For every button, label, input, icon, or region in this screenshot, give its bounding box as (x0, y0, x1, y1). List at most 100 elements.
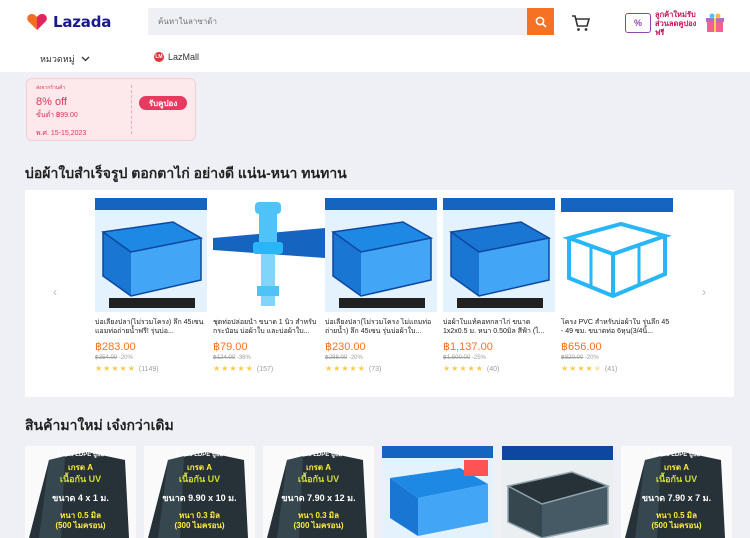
tile-micron-label: (500 ไมครอน) (651, 521, 702, 530)
discount-percent: -20% (347, 355, 363, 361)
product-image[interactable]: ผ้ายาง LDPE ปูบ่อ เกรด A เนื้อกัน UV ขนาด 7… (263, 446, 374, 538)
discount-percent: -20% (583, 355, 599, 361)
original-price-value: ฿1,500.00 (443, 355, 471, 361)
star-icon: ★ (561, 364, 569, 373)
product-image[interactable]: ผ้ายาง LDPE ปูบ่อ เกรด A เนื้อกัน UV ขนาด 9… (144, 446, 255, 538)
chevron-down-icon (81, 56, 90, 62)
percent-coupon-icon: % (625, 13, 651, 33)
product-card[interactable]: บ่อเลี้ยงปลา(ไม่รวมโครง ไม่แถมท่อถ่ายน้ำ… (325, 198, 437, 373)
product-card[interactable]: บ่อเลี้ยงปลา(ไม่รวมโครง) ลึก 45เซน แอมท่… (95, 198, 207, 373)
product-image[interactable] (95, 198, 207, 312)
voucher-card: ส่งจากร้านค้า 8% off ขั้นต่ำ ฿99.00 พ.ศ.… (26, 78, 196, 141)
new-arrival-tile[interactable]: ผ้ายาง LDPE ปูบ่อ เกรด A เนื้อกัน UV ขนาด 9… (144, 446, 255, 538)
section-title-pond-tarps: บ่อผ้าใบสำเร็จรูป ตอกตาไก่ อย่างดี แน่น-… (25, 165, 347, 181)
product-rating: ★ ★ ★ ★ ★ (41) (561, 365, 673, 373)
star-icon: ★ (119, 364, 127, 373)
star-icon: ★ (577, 364, 585, 373)
product-rating: ★ ★ ★ ★ ★ (40) (443, 365, 555, 373)
original-price-value: ฿354.00 (95, 355, 118, 361)
new-arrivals-grid: ผ้ายาง LDPE ปูบ่อ เกรด A เนื้อกัน UV ขนาด 4… (25, 446, 735, 538)
tile-micron-label: (500 ไมครอน) (55, 521, 106, 530)
product-price: ฿79.00 (213, 341, 248, 353)
star-icon: ★ (349, 364, 357, 373)
star-icon: ★ (213, 364, 221, 373)
star-icon: ★ (237, 364, 245, 373)
product-image[interactable] (213, 198, 325, 312)
categories-label: หมวดหมู่ (40, 54, 75, 64)
new-arrival-tile[interactable]: ผ้ายาง LDPE ปูบ่อ เกรด A เนื้อกัน UV ขนาด 7… (621, 446, 732, 538)
lazada-logo[interactable]: Lazada (27, 13, 111, 31)
product-original-price: ฿1,500.00 -25% (443, 354, 555, 361)
tile-material-label: ผ้ายาง LDPE ปูบ่อ (56, 452, 105, 458)
new-arrival-tile[interactable]: ผ้ายาง LDPE ปูบ่อ เกรด A เนื้อกัน UV ขนาด 7… (263, 446, 374, 538)
search-bar (148, 8, 554, 35)
carousel-prev-button[interactable]: ‹ (49, 285, 61, 299)
lazada-wordmark: Lazada (53, 13, 112, 31)
lazada-heart-icon (27, 13, 47, 31)
product-price: ฿1,137.00 (443, 341, 493, 353)
product-image[interactable]: ผ้ายาง LDPE ปูบ่อ เกรด A เนื้อกัน UV ขนาด 4… (25, 446, 136, 538)
tile-material-label: ผ้ายาง LDPE ปูบ่อ (294, 452, 343, 458)
section-title-new-arrivals: สินค้ามาใหม่ เจ๋งกว่าเดิม (25, 417, 174, 433)
product-image[interactable] (325, 198, 437, 312)
carousel-next-button[interactable]: › (698, 285, 710, 299)
voucher-divider (131, 85, 132, 134)
new-arrival-tile[interactable] (382, 446, 493, 538)
product-image[interactable]: ผ้ายาง LDPE ปูบ่อ เกรด A เนื้อกัน UV ขนาด 7… (621, 446, 732, 538)
categories-menu[interactable]: หมวดหมู่ (40, 52, 90, 66)
original-price-value: ฿124.00 (213, 355, 236, 361)
product-card[interactable]: โครง PVC สำหรับบ่อผ้าใบ รุ่นลึก 45 - 49 … (561, 198, 673, 373)
cart-button[interactable] (571, 14, 591, 37)
product-name[interactable]: บ่อผ้าใบแท้คอทกลาไก่ ขนาด 1x2x0.5 ม. หนา… (443, 318, 555, 336)
tile-uv-label: เนื้อกัน UV (297, 474, 340, 484)
tile-size-label: ขนาด 7.90 x 12 ม. (281, 493, 356, 503)
discount-percent: -36% (235, 355, 251, 361)
product-name[interactable]: บ่อเลี้ยงปลา(ไม่รวมโครง) ลึก 45เซน แอมท่… (95, 318, 207, 336)
product-image[interactable] (382, 446, 493, 538)
discount-percent: -25% (470, 355, 486, 361)
review-count: (73) (368, 365, 382, 373)
product-image[interactable] (502, 446, 613, 538)
new-arrival-tile[interactable] (502, 446, 613, 538)
star-icon: ★ (467, 364, 475, 373)
voucher-store-label: ส่งจากร้านค้า (36, 85, 66, 91)
search-input[interactable] (148, 8, 527, 35)
star-icon: ★ (333, 364, 341, 373)
product-name[interactable]: บ่อเลี้ยงปลา(ไม่รวมโครง ไม่แถมท่อถ่ายน้ำ… (325, 318, 437, 336)
tile-micron-label: (300 ไมครอน) (174, 521, 225, 530)
product-image[interactable] (561, 198, 673, 312)
star-icon: ★ (593, 364, 601, 373)
tile-material-label: ผ้ายาง LDPE ปูบ่อ (652, 452, 701, 458)
product-card[interactable]: ชุดท่อปล่อยน้ำ ขนาด 1 นิ้ว สำหรับกระป๋อน… (213, 198, 325, 373)
original-price-value: ฿820.00 (561, 355, 584, 361)
review-count: (157) (256, 365, 274, 373)
product-original-price: ฿124.00 -36% (213, 354, 325, 361)
collect-voucher-button[interactable]: รับคูปอง (139, 96, 187, 110)
product-card[interactable]: บ่อผ้าใบแท้คอทกลาไก่ ขนาด 1x2x0.5 ม. หนา… (443, 198, 555, 373)
tile-uv-label: เนื้อกัน UV (59, 474, 102, 484)
product-original-price: ฿288.00 -20% (325, 354, 437, 361)
star-icon: ★ (459, 364, 467, 373)
tile-size-label: ขนาด 9.90 x 10 ม. (162, 493, 237, 503)
product-image[interactable] (443, 198, 555, 312)
search-button[interactable] (527, 8, 554, 35)
product-original-price: ฿820.00 -20% (561, 354, 673, 361)
voucher-date: พ.ศ. 15-15,2023 (36, 130, 87, 137)
star-icon: ★ (357, 364, 365, 373)
tile-size-label: ขนาด 7.90 x 7 ม. (641, 493, 712, 503)
review-count: (1149) (138, 365, 159, 373)
product-price: ฿230.00 (325, 341, 366, 353)
product-rating: ★ ★ ★ ★ ★ (1149) (95, 365, 207, 373)
product-price: ฿656.00 (561, 341, 602, 353)
chevron-left-icon: ‹ (53, 285, 57, 299)
voucher-discount: 8% off (36, 96, 67, 108)
site-header: Lazada % ลูกค้าใหม่รับส่วนลดคูปองฟรี (0, 0, 750, 72)
lazmall-link[interactable]: LM LazMall (154, 52, 199, 62)
new-arrival-tile[interactable]: ผ้ายาง LDPE ปูบ่อ เกรด A เนื้อกัน UV ขนาด 4… (25, 446, 136, 538)
search-icon (535, 16, 547, 28)
star-icon: ★ (443, 364, 451, 373)
product-name[interactable]: ชุดท่อปล่อยน้ำ ขนาด 1 นิ้ว สำหรับกระป๋อน… (213, 318, 325, 336)
cart-icon (572, 15, 591, 31)
product-name[interactable]: โครง PVC สำหรับบ่อผ้าใบ รุ่นลึก 45 - 49 … (561, 318, 673, 336)
new-user-promo-banner[interactable]: % ลูกค้าใหม่รับส่วนลดคูปองฟรี (625, 10, 730, 37)
